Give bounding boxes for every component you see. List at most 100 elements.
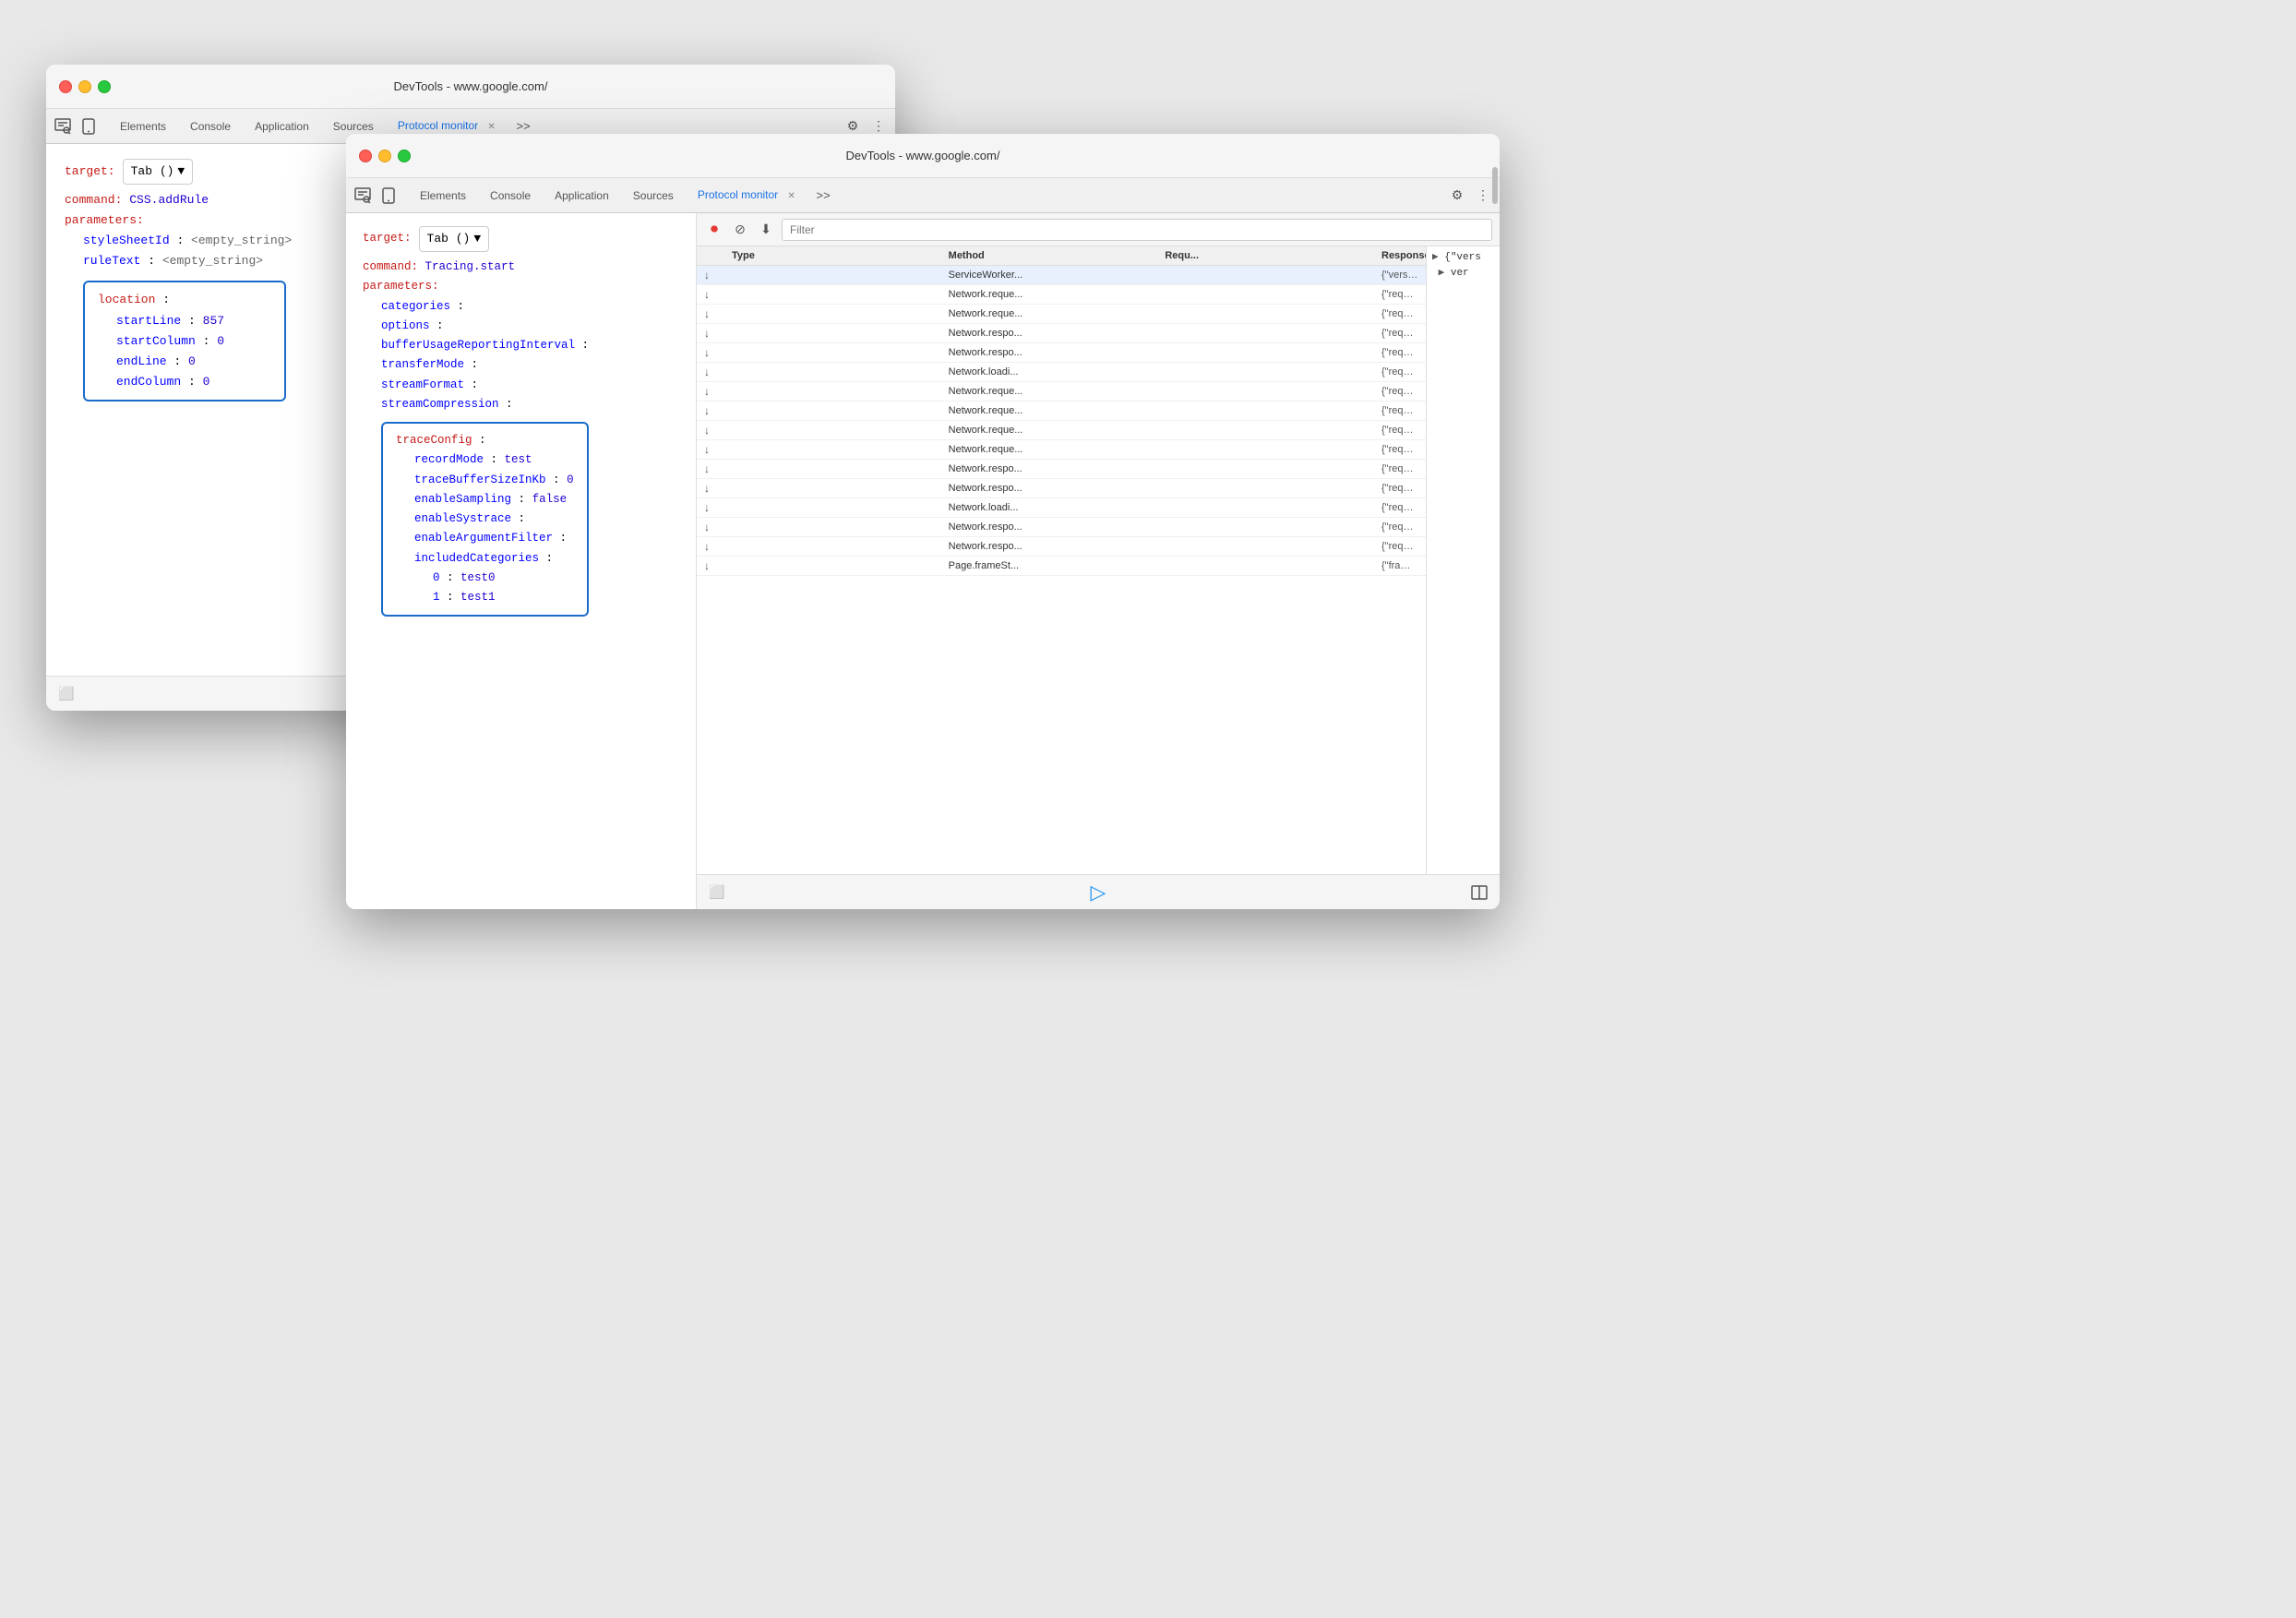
front-panel-icon[interactable] bbox=[1470, 883, 1489, 902]
col-response: Response bbox=[1381, 250, 1418, 261]
net-row-13[interactable]: ↓ Network.loadi... {"reques... bbox=[697, 498, 1426, 518]
front-param-categories: categories : bbox=[381, 297, 679, 317]
net-row-15[interactable]: ↓ Network.respo... {"reques... bbox=[697, 537, 1426, 557]
front-traceconfig-box: traceConfig : recordMode : test traceBuf… bbox=[381, 422, 589, 617]
back-target-label: target: bbox=[65, 162, 115, 182]
download-button[interactable]: ⬇ bbox=[756, 220, 776, 240]
back-minimize-button[interactable] bbox=[78, 80, 91, 93]
front-maximize-button[interactable] bbox=[398, 150, 411, 162]
back-tab-bar-right: ⚙ ⋮ bbox=[843, 117, 888, 136]
front-right-panel: ⏺ ⊘ ⬇ Type Method Requ... Response bbox=[697, 213, 1500, 909]
back-dropdown-arrow: ▼ bbox=[177, 162, 185, 182]
net-row-9[interactable]: ↓ Network.reque... {"reques... bbox=[697, 421, 1426, 440]
front-device-icon[interactable] bbox=[379, 186, 398, 205]
front-settings-icon[interactable]: ⚙ bbox=[1448, 186, 1466, 205]
back-tab-icons bbox=[54, 117, 98, 136]
front-tab-elements[interactable]: Elements bbox=[409, 186, 477, 206]
front-devtools-window: DevTools - www.google.com/ Elements Cons… bbox=[346, 134, 1500, 909]
front-dock-icon[interactable]: ⬜ bbox=[708, 883, 726, 902]
back-more-icon[interactable]: ⋮ bbox=[869, 117, 888, 136]
front-left-panel: target: Tab () ▼ command: Tracing.start … bbox=[346, 213, 697, 909]
front-tab-bar: Elements Console Application Sources Pro… bbox=[346, 178, 1500, 213]
record-button[interactable]: ⏺ bbox=[704, 220, 724, 240]
front-tab-console[interactable]: Console bbox=[479, 186, 542, 206]
back-endline: endLine : 0 bbox=[116, 352, 271, 372]
net-row-16[interactable]: ↓ Page.frameSt... {"frameI... bbox=[697, 557, 1426, 576]
col-type: Type bbox=[732, 250, 949, 261]
front-command-value: Tracing.start bbox=[425, 260, 516, 273]
front-send-button[interactable]: ▷ bbox=[1091, 881, 1106, 905]
network-table-header: Type Method Requ... Response bbox=[697, 246, 1426, 266]
clear-button[interactable]: ⊘ bbox=[730, 220, 750, 240]
front-tab-icons bbox=[353, 186, 398, 205]
front-traceconfig-wrapper: traceConfig : recordMode : test traceBuf… bbox=[381, 418, 679, 620]
net-row-3[interactable]: ↓ Network.reque... {"reques... bbox=[697, 305, 1426, 324]
front-tab-close-icon[interactable]: ✕ bbox=[785, 189, 798, 202]
front-target-dropdown[interactable]: Tab () ▼ bbox=[419, 226, 490, 252]
front-param-streamformat: streamFormat : bbox=[381, 376, 679, 395]
col-method: Method bbox=[949, 250, 1166, 261]
front-params-label: parameters: bbox=[363, 277, 679, 296]
device-icon[interactable] bbox=[79, 117, 98, 136]
filter-input[interactable] bbox=[782, 219, 1492, 241]
front-command-label: command: bbox=[363, 260, 418, 273]
front-param-buffer: bufferUsageReportingInterval : bbox=[381, 336, 679, 355]
network-list: Type Method Requ... Response ↓ ServiceWo… bbox=[697, 246, 1426, 874]
back-maximize-button[interactable] bbox=[98, 80, 111, 93]
front-param-transfer: transferMode : bbox=[381, 355, 679, 375]
front-includedcats: includedCategories : bbox=[414, 549, 574, 569]
back-dock-icon[interactable]: ⬜ bbox=[57, 685, 76, 703]
front-recordmode: recordMode : test bbox=[414, 450, 574, 470]
front-target-label: target: bbox=[363, 229, 412, 248]
back-tab-close-icon[interactable]: ✕ bbox=[485, 120, 498, 133]
inspect-icon[interactable] bbox=[54, 117, 72, 136]
back-title-bar: DevTools - www.google.com/ bbox=[46, 65, 895, 109]
net-row-4[interactable]: ↓ Network.respo... {"reques... bbox=[697, 324, 1426, 343]
front-param-options: options : bbox=[381, 317, 679, 336]
front-title-bar: DevTools - www.google.com/ bbox=[346, 134, 1500, 178]
back-settings-icon[interactable]: ⚙ bbox=[843, 117, 862, 136]
back-traffic-lights bbox=[59, 80, 111, 93]
net-row-12[interactable]: ↓ Network.respo... {"reques... bbox=[697, 479, 1426, 498]
net-row-14[interactable]: ↓ Network.respo... {"reques... bbox=[697, 518, 1426, 537]
back-tab-console[interactable]: Console bbox=[179, 116, 242, 137]
front-minimize-button[interactable] bbox=[378, 150, 391, 162]
back-location-box: location : startLine : 857 startColumn :… bbox=[83, 281, 286, 401]
net-row-11[interactable]: ↓ Network.respo... {"reques... bbox=[697, 460, 1426, 479]
net-row-7[interactable]: ↓ Network.reque... {"reques... bbox=[697, 382, 1426, 402]
front-right-top: Type Method Requ... Response ↓ ServiceWo… bbox=[697, 246, 1500, 874]
network-toolbar: ⏺ ⊘ ⬇ bbox=[697, 213, 1500, 246]
front-tab-bar-right: ⚙ ⋮ bbox=[1448, 186, 1492, 205]
back-close-button[interactable] bbox=[59, 80, 72, 93]
back-startline: startLine : 857 bbox=[116, 311, 271, 331]
back-tab-application[interactable]: Application bbox=[244, 116, 320, 137]
front-traffic-lights bbox=[359, 150, 411, 162]
front-inspect-icon[interactable] bbox=[353, 186, 372, 205]
front-param-streamcomp: streamCompression : bbox=[381, 395, 679, 414]
front-cat-1: 1 : test1 bbox=[433, 588, 574, 607]
back-endcol: endColumn : 0 bbox=[116, 372, 271, 392]
front-tab-protocol[interactable]: Protocol monitor ✕ bbox=[687, 185, 809, 207]
front-enableargfilter: enableArgumentFilter : bbox=[414, 529, 574, 548]
front-window-title: DevTools - www.google.com/ bbox=[846, 149, 1000, 162]
front-bottom-bar: ⬜ ▷ bbox=[697, 874, 1500, 909]
front-close-button[interactable] bbox=[359, 150, 372, 162]
front-more-icon[interactable]: ⋮ bbox=[1474, 186, 1492, 205]
back-tab-elements[interactable]: Elements bbox=[109, 116, 177, 137]
back-target-dropdown[interactable]: Tab () ▼ bbox=[123, 159, 194, 185]
json-preview-text: ▶ {"vers ▶ ver bbox=[1432, 250, 1494, 281]
front-enablesystrace: enableSystrace : bbox=[414, 509, 574, 529]
net-row-8[interactable]: ↓ Network.reque... {"reques... bbox=[697, 402, 1426, 421]
front-tab-application[interactable]: Application bbox=[544, 186, 620, 206]
net-row-1[interactable]: ↓ ServiceWorker... {"versio... bbox=[697, 266, 1426, 285]
net-row-10[interactable]: ↓ Network.reque... {"reques... bbox=[697, 440, 1426, 460]
net-row-2[interactable]: ↓ Network.reque... {"reques... bbox=[697, 285, 1426, 305]
front-command-row: command: Tracing.start bbox=[363, 258, 679, 277]
front-tab-sources[interactable]: Sources bbox=[622, 186, 685, 206]
front-tab-more[interactable]: >> bbox=[811, 185, 836, 206]
back-startcol: startColumn : 0 bbox=[116, 331, 271, 352]
net-row-5[interactable]: ↓ Network.respo... {"reques... bbox=[697, 343, 1426, 363]
net-row-6[interactable]: ↓ Network.loadi... {"reques... bbox=[697, 363, 1426, 382]
front-target-row: target: Tab () ▼ bbox=[363, 226, 679, 252]
front-tracebuffer: traceBufferSizeInKb : 0 bbox=[414, 471, 574, 490]
